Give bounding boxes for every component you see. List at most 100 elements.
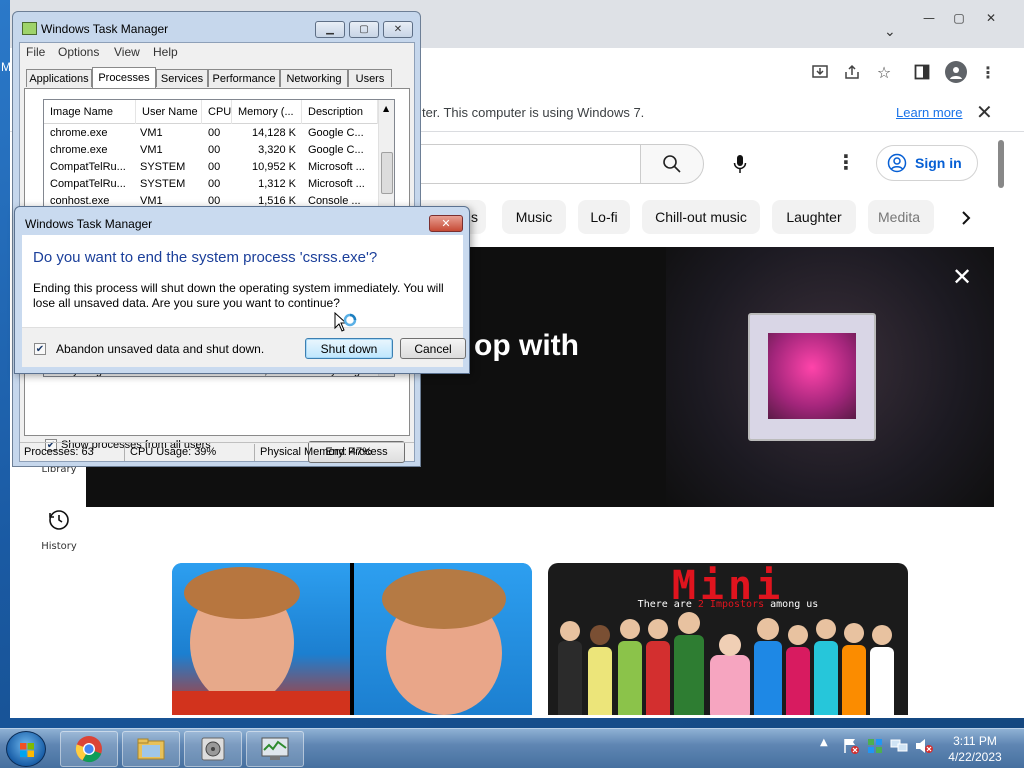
network-shares-icon[interactable] [866,737,884,759]
tab-applications[interactable]: Applications [26,69,92,87]
folder-icon [137,738,165,760]
clock-date: 4/22/2023 [948,750,1002,764]
taskbar-chrome[interactable] [60,731,118,767]
banner-close-icon[interactable]: ✕ [952,263,972,291]
thumbnail-costumes [558,612,894,715]
col-cpu[interactable]: CPU [202,100,232,124]
status-cpu: CPU Usage: 39% [130,446,217,458]
youtube-search-button[interactable] [640,144,704,184]
task-manager-icon [261,737,289,760]
chrome-minimize-button[interactable]: — [914,8,944,28]
process-list-scroll-thumb[interactable] [381,152,393,194]
chip-next-icon[interactable] [950,202,982,234]
voice-search-button[interactable] [720,144,760,184]
tab-processes[interactable]: Processes [92,67,156,88]
sign-in-label: Sign in [915,155,962,171]
menu-view[interactable]: View [114,45,140,59]
install-app-icon[interactable] [808,60,832,84]
video-thumbnail-2[interactable]: Mini There are 2 Impostors among us [548,563,908,715]
taskbar-media[interactable] [184,731,242,767]
process-row[interactable]: CompatTelRu... SYSTEM 00 10,952 K Microsof… [44,160,378,177]
shut-down-button[interactable]: Shut down [305,338,393,359]
history-icon [49,510,69,530]
youtube-settings-icon[interactable]: ⋮ [836,150,856,174]
end-process-dialog: Windows Task Manager ✕ Do you want to en… [14,206,470,374]
thumbnail-right-frame [354,563,532,715]
system-clock[interactable]: 3:11 PM 4/22/2023 [944,733,1006,765]
abandon-label: Abandon unsaved data and shut down. [56,342,265,356]
tm-statusbar: Processes: 63 CPU Usage: 39% Physical Me… [20,442,414,462]
status-processes: Processes: 63 [24,446,94,458]
chrome-menu-icon[interactable]: ⋮ [976,60,1000,84]
thumbnail-subtitle-art: There are 2 Impostors among us [637,599,819,610]
checkbox-checked-icon[interactable]: ✔ [34,343,46,355]
banner-headline: op with [474,329,579,362]
col-memory[interactable]: Memory (... [232,100,302,124]
chrome-maximize-button[interactable]: ▢ [944,8,974,28]
network-icon[interactable] [890,737,910,759]
taskbar-explorer[interactable] [122,731,180,767]
tab-performance[interactable]: Performance [208,69,280,87]
tm-menubar: File Options View Help [20,43,414,61]
banner-portrait [768,333,856,419]
process-list-header: Image Name User Name CPU Memory (... Des… [44,100,378,124]
infobar-close-icon[interactable]: ✕ [976,100,993,124]
thumbnail-left-frame [172,563,350,715]
learn-more-link[interactable]: Learn more [896,105,962,120]
dialog-body: Do you want to end the system process 'c… [22,235,463,327]
tab-networking[interactable]: Networking [280,69,348,87]
chip-meditation[interactable]: Medita [868,200,934,234]
dialog-footer: ✔ Abandon unsaved data and shut down. Sh… [22,327,466,367]
task-manager-app-icon [22,22,37,35]
tab-users[interactable]: Users [348,69,392,87]
col-user-name[interactable]: User Name [136,100,202,124]
dialog-heading: Do you want to end the system process 'c… [33,249,378,266]
account-icon [887,153,907,173]
chrome-icon [75,736,102,763]
side-panel-icon[interactable] [910,60,934,84]
chrome-close-button[interactable]: ✕ [976,8,1006,28]
chip-laughter[interactable]: Laughter [772,200,856,234]
menu-help[interactable]: Help [153,45,178,59]
action-center-icon[interactable] [842,737,860,759]
tm-minimize-button[interactable]: ▁ [315,21,345,38]
tm-close-button[interactable]: ✕ [383,21,413,38]
youtube-search-input[interactable] [390,144,642,184]
task-manager-title: Windows Task Manager [41,22,169,36]
show-hidden-icons[interactable]: ▲ [820,737,828,748]
dialog-close-button[interactable]: ✕ [429,215,463,232]
chip-lofi[interactable]: Lo-fi [578,200,630,234]
tm-maximize-button[interactable]: ▢ [349,21,379,38]
youtube-sign-in-button[interactable]: Sign in [876,145,978,181]
chip-chill-out-music[interactable]: Chill-out music [642,200,760,234]
col-image-name[interactable]: Image Name [44,100,136,124]
microphone-icon [733,155,747,173]
volume-muted-icon[interactable] [914,737,934,759]
tab-search-icon[interactable]: ⌄ [884,24,896,40]
dialog-message: Ending this process will shut down the o… [33,281,444,310]
menu-options[interactable]: Options [58,45,99,59]
tab-services[interactable]: Services [156,69,208,87]
banner-picture-frame [748,313,876,441]
bookmark-star-icon[interactable]: ☆ [872,60,896,84]
share-icon[interactable] [840,60,864,84]
cancel-button[interactable]: Cancel [400,338,466,359]
process-row[interactable]: CompatTelRu... SYSTEM 00 1,312 K Microsoft… [44,177,378,194]
dialog-title: Windows Task Manager [25,217,153,231]
abandon-data-checkbox[interactable]: ✔ Abandon unsaved data and shut down. [34,342,264,356]
taskbar-task-manager[interactable] [246,731,304,767]
chip-music[interactable]: Music [502,200,566,234]
status-memory: Physical Memory: 47% [260,446,372,458]
col-description[interactable]: Description [302,100,378,124]
menu-file[interactable]: File [26,45,45,59]
infobar-message: ter. This computer is using Windows 7. [422,105,645,120]
windows-logo-icon [20,743,34,757]
profile-avatar-icon[interactable] [944,60,968,84]
video-thumbnail-1[interactable] [172,563,532,715]
page-scrollbar-thumb[interactable] [998,140,1004,188]
sidebar-history[interactable]: History [34,508,84,552]
process-row[interactable]: chrome.exe VM1 00 14,128 K Google C... [44,126,378,143]
scroll-up-icon[interactable]: ▲ [383,104,389,113]
start-button[interactable] [6,731,46,767]
process-row[interactable]: chrome.exe VM1 00 3,320 K Google C... [44,143,378,160]
